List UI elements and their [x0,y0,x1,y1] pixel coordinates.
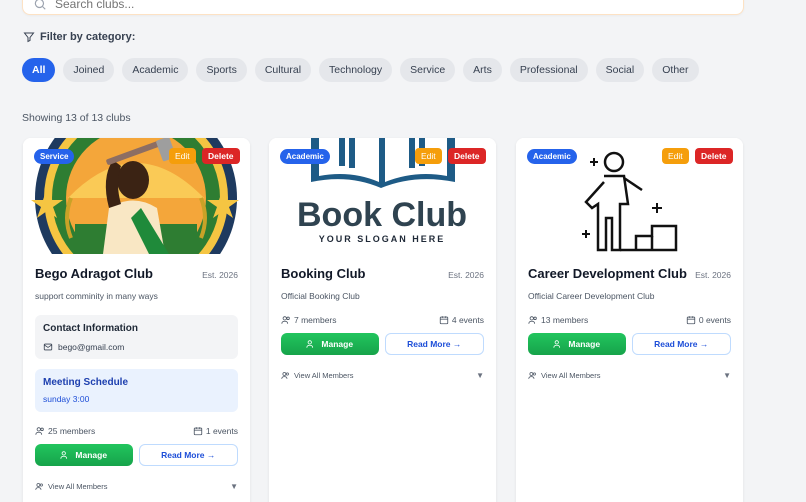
members-icon [281,316,290,324]
users-icon [60,451,68,459]
meeting-title: Meeting Schedule [43,377,129,388]
read-more-button[interactable]: Read More → [138,444,238,466]
members-icon [528,372,536,379]
chip-other[interactable]: Other [652,58,699,82]
event-count: 0 events [698,315,731,325]
event-count: 4 events [451,315,484,325]
club-description: support comminity in many ways [35,291,158,301]
edit-button[interactable]: Edit [415,148,442,164]
manage-button[interactable]: Manage [281,333,379,355]
club-description: Official Booking Club [281,291,360,301]
view-all-members[interactable]: View All Members ▼ [528,371,731,380]
club-name: Booking Club [281,266,366,281]
view-all-label: View All Members [48,482,108,491]
club-card: Academic Edit Delete Career Development … [516,138,743,502]
search-input[interactable] [55,0,355,11]
club-image: Book Club YOUR SLOGAN HERE Academic Edit… [269,138,496,254]
filter-label-text: Filter by category: [40,31,136,43]
manage-label: Manage [321,339,354,349]
meeting-schedule: Meeting Schedule sunday 3:00 [35,369,238,412]
established-year: Est. 2026 [202,270,238,280]
club-image: Service Edit Delete [23,138,250,254]
contact-info: Contact Information bego@gmail.com [35,315,238,359]
delete-button[interactable]: Delete [202,148,240,164]
chip-academic[interactable]: Academic [122,58,189,82]
chip-social[interactable]: Social [595,58,645,82]
club-name: Career Development Club [528,266,687,281]
logo-slogan: YOUR SLOGAN HERE [319,234,446,244]
members-icon [528,316,537,324]
category-badge: Academic [280,149,330,164]
meeting-time: sunday 3:00 [43,394,90,404]
chip-service[interactable]: Service [400,58,456,82]
delete-button[interactable]: Delete [695,148,733,164]
calendar-icon [439,316,449,325]
club-card: Service Edit Delete Bego Adragot Club Es… [23,138,250,502]
manage-button[interactable]: Manage [528,333,626,355]
member-count: 7 members [294,315,337,325]
search-icon [34,0,46,10]
member-count: 25 members [48,426,96,436]
delete-button[interactable]: Delete [448,148,486,164]
view-all-label: View All Members [541,371,601,380]
members-icon [35,483,43,490]
view-all-label: View All Members [294,371,354,380]
users-icon [553,340,561,348]
members-icon [35,427,44,435]
filter-icon [23,32,35,43]
club-name: Bego Adragot Club [35,266,153,281]
club-card: Book Club YOUR SLOGAN HERE Academic Edit… [269,138,496,502]
category-badge: Service [34,149,75,164]
read-more-button[interactable]: Read More → [631,333,731,355]
established-year: Est. 2026 [695,270,731,280]
category-badge: Academic [527,149,577,164]
manage-label: Manage [75,450,108,460]
view-all-members[interactable]: View All Members ▼ [281,371,484,380]
member-count: 13 members [541,315,589,325]
club-image: Academic Edit Delete [516,138,743,254]
chevron-down-icon[interactable]: ▼ [230,482,238,491]
chip-professional[interactable]: Professional [509,58,588,82]
chip-cultural[interactable]: Cultural [254,58,312,82]
category-chips: All Joined Academic Sports Cultural Tech… [22,58,699,82]
chevron-down-icon[interactable]: ▼ [476,371,484,380]
chip-technology[interactable]: Technology [319,58,393,82]
results-count: Showing 13 of 13 clubs [22,112,131,124]
chip-arts[interactable]: Arts [463,58,502,82]
manage-label: Manage [568,339,601,349]
mail-icon [43,343,53,351]
calendar-icon [686,316,696,325]
calendar-icon [193,427,203,436]
edit-button[interactable]: Edit [662,148,689,164]
members-icon [281,372,289,379]
manage-button[interactable]: Manage [35,444,133,466]
club-description: Official Career Development Club [528,291,655,301]
chevron-down-icon[interactable]: ▼ [723,371,731,380]
chip-sports[interactable]: Sports [196,58,247,82]
edit-button[interactable]: Edit [169,148,196,164]
contact-title: Contact Information [43,323,138,334]
read-more-button[interactable]: Read More → [384,333,484,355]
logo-title: Book Club [297,196,467,234]
chip-all[interactable]: All [22,58,56,82]
users-icon [306,340,314,348]
contact-email: bego@gmail.com [58,342,125,352]
view-all-members[interactable]: View All Members ▼ [35,482,238,491]
filter-label: Filter by category: [23,31,135,43]
established-year: Est. 2026 [448,270,484,280]
chip-joined[interactable]: Joined [63,58,115,82]
event-count: 1 events [205,426,238,436]
search-bar[interactable] [22,0,744,15]
